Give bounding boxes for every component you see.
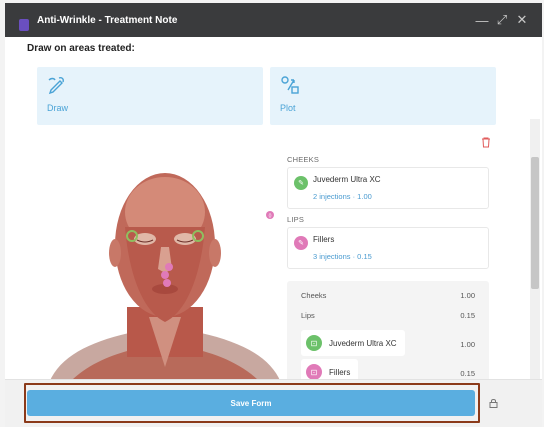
injection-marker[interactable] xyxy=(163,279,171,287)
summary-row: Cheeks 1.00 xyxy=(301,291,475,300)
product-name: Fillers xyxy=(329,367,351,377)
product-icon: ⊡ xyxy=(306,335,322,351)
treatment-summary: Cheeks 1.00 Lips 0.15 ⊡ Juvederm Ultra X… xyxy=(287,281,489,383)
window-title: Anti-Wrinkle - Treatment Note xyxy=(37,14,178,26)
close-icon[interactable]: ✕ xyxy=(512,12,532,28)
summary-area-label: Lips xyxy=(301,311,315,320)
cheeks-area-label: CHEEKS xyxy=(287,155,320,164)
form-content: Draw on areas treated: Draw Plot 0 CHEEK… xyxy=(5,37,527,383)
minimize-icon[interactable]: — xyxy=(472,13,492,28)
draw-label: Draw xyxy=(47,103,69,113)
trash-icon[interactable] xyxy=(481,137,491,151)
plot-icon xyxy=(281,76,299,94)
syringe-icon: ✎ xyxy=(294,176,308,190)
lips-area-label: LIPS xyxy=(287,215,305,224)
product-pill: ⊡ Juvederm Ultra XC xyxy=(301,330,405,356)
face-diagram[interactable]: 0 xyxy=(49,157,281,383)
syringe-icon: ✎ xyxy=(294,236,308,250)
cheeks-product-name: Juvederm Ultra XC xyxy=(313,175,381,184)
lips-injection-summary: 3 injections · 0.15 xyxy=(313,252,372,261)
scrollbar-thumb[interactable] xyxy=(531,157,539,289)
app-window: Anti-Wrinkle - Treatment Note — ⤢ ✕ Draw… xyxy=(0,0,544,427)
summary-row: Lips 0.15 xyxy=(301,311,475,320)
lips-product-name: Fillers xyxy=(313,235,335,244)
section-title: Draw on areas treated: xyxy=(27,43,135,54)
title-bar: Anti-Wrinkle - Treatment Note — ⤢ ✕ xyxy=(5,3,542,37)
maximize-icon[interactable]: ⤢ xyxy=(492,12,512,28)
lips-treatment-card[interactable]: ✎ Fillers 3 injections · 0.15 xyxy=(287,227,489,269)
product-value: 1.00 xyxy=(460,340,475,349)
injection-marker[interactable] xyxy=(165,263,173,271)
injection-marker[interactable] xyxy=(161,271,169,279)
marker-badge-count: 0 xyxy=(269,214,272,220)
save-form-button[interactable]: Save Form xyxy=(27,390,475,416)
lock-icon[interactable] xyxy=(489,398,498,411)
scrollbar[interactable] xyxy=(530,119,540,419)
summary-area-value: 0.15 xyxy=(460,311,475,320)
draw-icon xyxy=(48,77,64,95)
draw-tile[interactable]: Draw xyxy=(37,67,263,125)
product-value: 0.15 xyxy=(460,369,475,378)
summary-area-label: Cheeks xyxy=(301,291,327,300)
plot-tile[interactable]: Plot xyxy=(270,67,496,125)
plot-label: Plot xyxy=(280,103,296,113)
product-name: Juvederm Ultra XC xyxy=(329,338,397,348)
product-icon: ⊡ xyxy=(306,364,322,380)
cheeks-treatment-card[interactable]: ✎ Juvederm Ultra XC 2 injections · 1.00 xyxy=(287,167,489,209)
form-panel: Draw on areas treated: Draw Plot 0 CHEEK… xyxy=(5,37,542,427)
cheeks-injection-summary: 2 injections · 1.00 xyxy=(313,192,372,201)
summary-area-value: 1.00 xyxy=(460,291,475,300)
form-footer: Save Form xyxy=(5,379,542,427)
app-icon xyxy=(19,19,29,31)
